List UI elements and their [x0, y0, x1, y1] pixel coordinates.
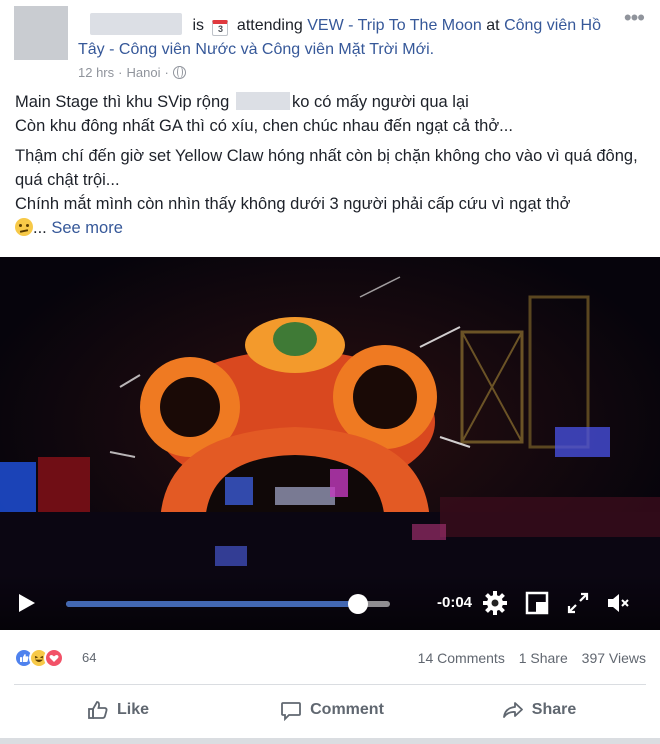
comment-button[interactable]: Comment	[272, 690, 392, 730]
views-count: 397 Views	[581, 650, 646, 666]
engagement-counts: 14 Comments 1 Share 397 Views	[408, 650, 646, 666]
comment-icon	[281, 702, 302, 721]
share-icon	[502, 702, 523, 718]
play-icon[interactable]	[19, 594, 35, 612]
share-label: Share	[531, 701, 577, 718]
time-remaining: -0:04	[437, 594, 473, 611]
like-label: Like	[116, 701, 149, 718]
more-icon[interactable]: •••	[624, 7, 645, 29]
post-header: is 3 attending VEW - Trip To The Moon at…	[14, 6, 645, 86]
thumbs-up-icon	[88, 701, 108, 719]
expand-icon[interactable]	[565, 590, 591, 616]
video-controls: -0:04	[0, 574, 660, 630]
progress-handle[interactable]	[347, 594, 368, 614]
text-line: ko có mấy người qua lại	[291, 93, 469, 111]
like-button[interactable]: Like	[78, 690, 158, 730]
love-reaction-icon	[44, 648, 64, 668]
volume-muted-icon[interactable]	[605, 590, 631, 616]
globe-icon[interactable]	[172, 66, 186, 79]
divider	[14, 684, 646, 685]
timestamp[interactable]: 12 hrs	[78, 65, 114, 80]
reaction-count[interactable]: 64	[82, 650, 96, 666]
calendar-icon: 3	[212, 20, 229, 36]
text-line: Chính mắt mình còn nhìn thấy không dưới …	[15, 195, 571, 213]
text-line: Thậm chí đến giờ set Yellow Claw hóng nh…	[15, 147, 638, 189]
author-name-blur	[90, 13, 182, 35]
shares-count[interactable]: 1 Share	[519, 650, 568, 666]
post-text: Main Stage thì khu SVip rộng ko có mấy n…	[15, 90, 645, 246]
comment-label: Comment	[310, 701, 384, 718]
gear-icon[interactable]	[482, 590, 508, 616]
avatar[interactable]	[14, 6, 68, 60]
ellipsis: ...	[33, 219, 47, 237]
text-line: Main Stage thì khu SVip rộng	[15, 93, 230, 111]
event-link[interactable]: VEW - Trip To The Moon	[307, 17, 482, 34]
post-stats: 64 14 Comments 1 Share 397 Views	[14, 644, 646, 672]
comments-count[interactable]: 14 Comments	[418, 650, 505, 666]
reactions[interactable]	[14, 648, 78, 668]
post-meta: 12 hrs · Hanoi ·	[78, 64, 186, 82]
action-bar: Like Comment Share	[14, 690, 646, 730]
progress-fill	[66, 601, 358, 607]
location-link[interactable]: Hanoi	[126, 65, 160, 80]
confused-emoji-icon	[15, 218, 33, 236]
at-text: at	[486, 17, 500, 34]
activity-text: attending	[236, 17, 303, 34]
post-bottom-border	[0, 738, 660, 744]
text-paragraph-1: Main Stage thì khu SVip rộng ko có mấy n…	[15, 90, 645, 138]
redacted-word	[235, 92, 290, 110]
video-player[interactable]: -0:04	[0, 257, 660, 630]
pip-icon[interactable]	[524, 590, 550, 616]
text-line: Còn khu đông nhất GA thì có xíu, chen ch…	[15, 117, 513, 135]
see-more-link[interactable]: See more	[51, 219, 123, 237]
facebook-post: is 3 attending VEW - Trip To The Moon at…	[0, 0, 660, 744]
verb-text: is	[192, 17, 205, 34]
text-paragraph-2: Thậm chí đến giờ set Yellow Claw hóng nh…	[15, 144, 645, 240]
share-button[interactable]: Share	[494, 690, 584, 730]
progress-bar[interactable]	[66, 594, 390, 614]
